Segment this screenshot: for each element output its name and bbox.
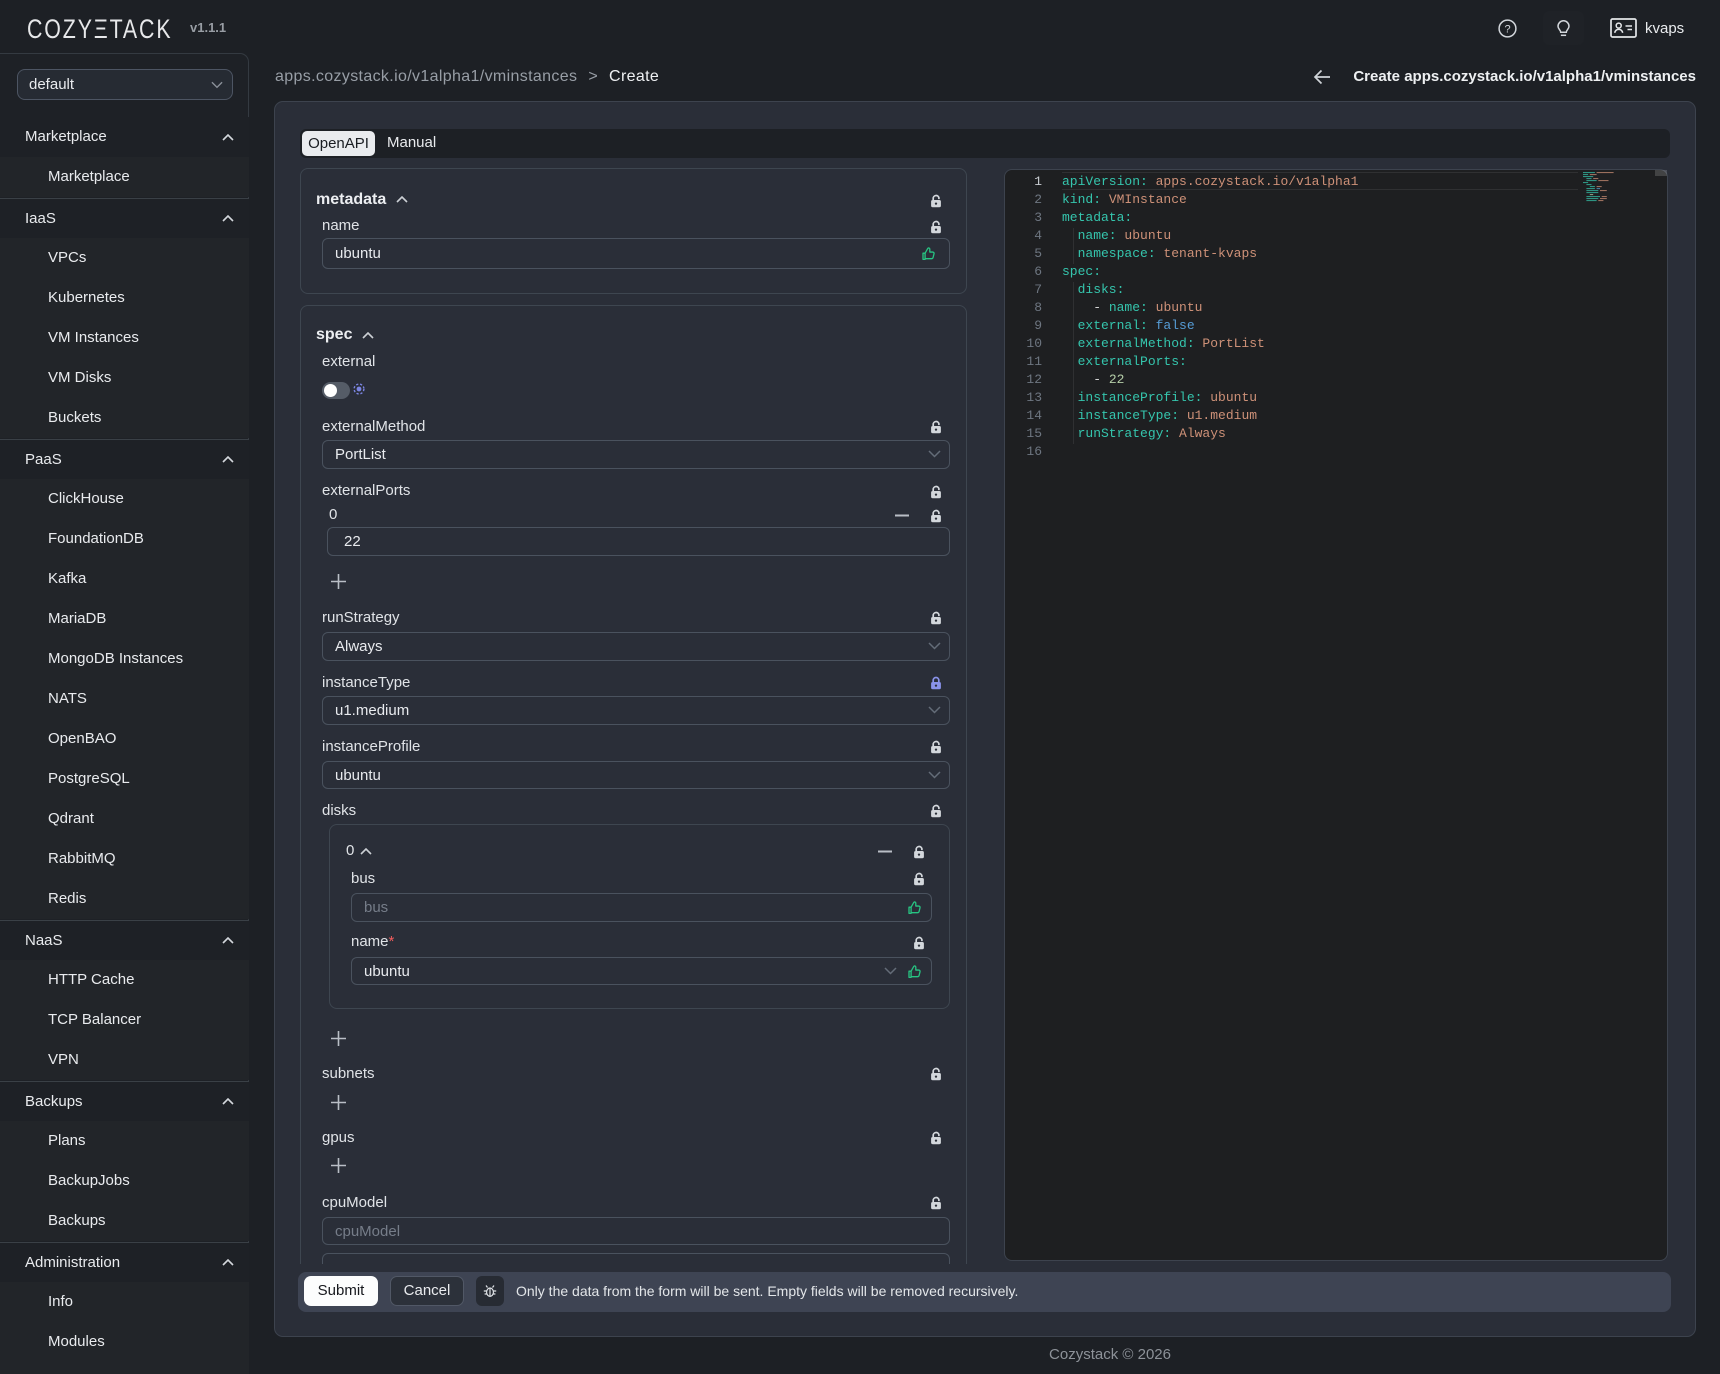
svg-text:?: ? — [1504, 23, 1510, 35]
